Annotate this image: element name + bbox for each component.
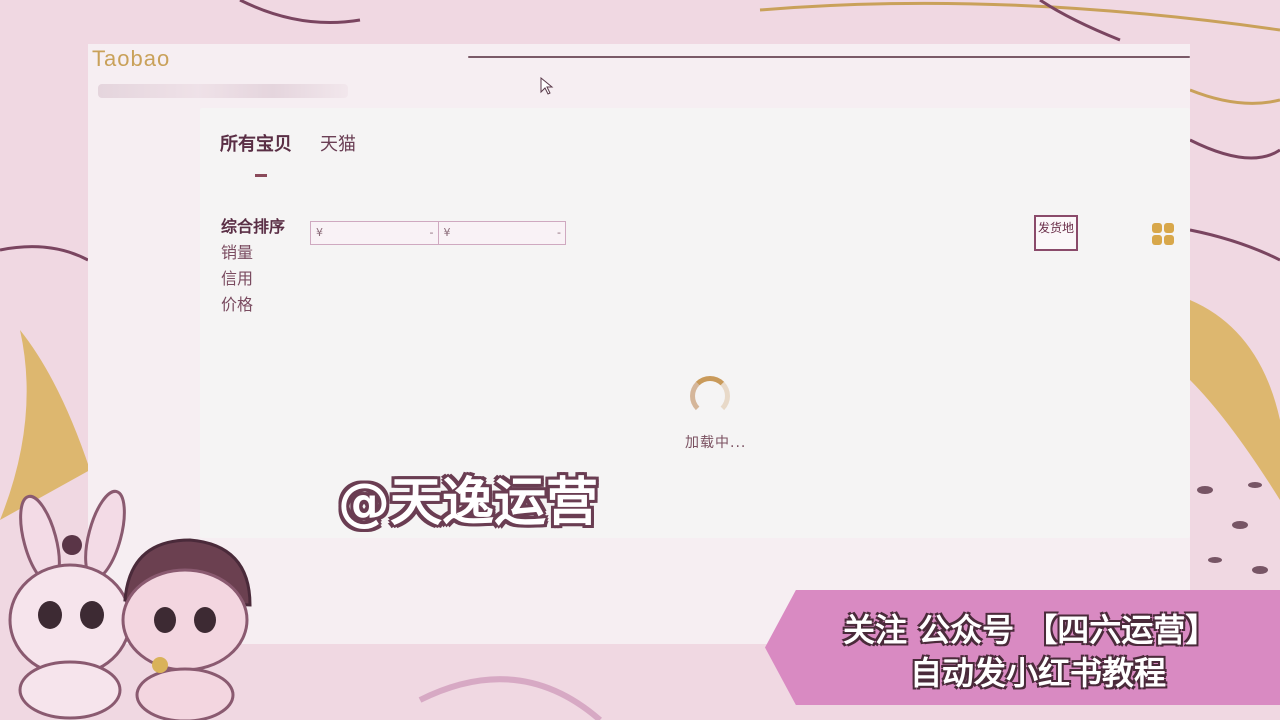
loading-spinner-icon [690,376,730,416]
category-tabs: 所有宝贝 天猫 [220,130,356,156]
taobao-logo: Taobao [92,46,171,71]
price-max-prefix: ¥ [443,226,451,239]
sort-comprehensive[interactable]: 综合排序 [221,214,285,240]
sort-sales[interactable]: 销量 [221,240,285,266]
mouse-cursor-icon [540,77,554,95]
address-bar-line [468,56,1190,58]
price-min-input[interactable]: ¥ - [311,222,439,244]
price-min-suffix: - [429,226,434,239]
bunny-mascot-left [8,489,132,720]
promo-line-1: 关注 公众号 【四六运营】 [843,611,1218,649]
breadcrumb [98,84,348,98]
price-max-input[interactable]: ¥ - [439,222,566,244]
active-tab-indicator [255,174,267,177]
ship-from-button[interactable]: 发货地 [1034,215,1078,251]
tab-tmall[interactable]: 天猫 [320,130,356,156]
sort-credit[interactable]: 信用 [221,266,285,292]
sort-price[interactable]: 价格 [221,292,285,318]
watermark-text: @天逸运营 [338,473,599,533]
loading-text: 加载中... [685,435,747,451]
price-max-suffix: - [557,226,561,239]
tab-all-items[interactable]: 所有宝贝 [220,130,292,156]
mascot-illustration [8,489,252,720]
price-min-prefix: ¥ [316,226,323,239]
sort-options: 综合排序 销量 信用 价格 [221,214,285,318]
bear-mascot-right [121,538,252,720]
grid-view-icon[interactable] [1152,223,1174,245]
promo-line-2: 自动发小红书教程 [910,654,1167,692]
price-range-filter: ¥ - ¥ - [310,221,566,245]
